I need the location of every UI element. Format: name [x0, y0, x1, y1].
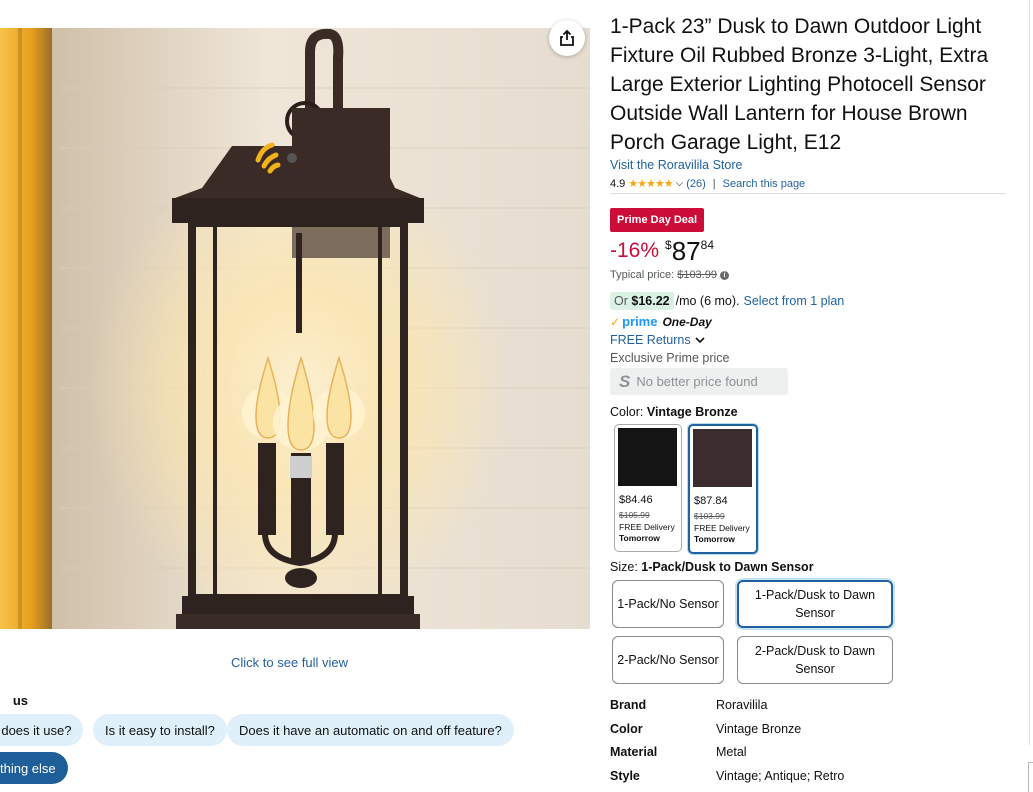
question-chip-os[interactable]: os does it use?: [0, 714, 84, 746]
rating-row: 4.9 ★★★★★ ⌵ (26) | Search this page: [610, 177, 806, 191]
price-tracker-icon: S: [619, 371, 631, 391]
prime-check-icon: ✓: [610, 314, 621, 329]
buybox-border: [1029, 0, 1030, 745]
monthly-payment: Or $16.22 /mo (6 mo). Select from 1 plan: [610, 292, 844, 310]
currency-symbol: $: [665, 238, 672, 252]
share-button[interactable]: [549, 20, 585, 56]
search-this-page-link[interactable]: Search this page: [723, 178, 806, 190]
exclusive-prime-price: Exclusive Prime price: [610, 351, 730, 365]
free-returns-link[interactable]: FREE Returns: [610, 333, 705, 347]
swatch-was-price: $105.99: [619, 510, 650, 520]
spec-key-color: Color: [610, 722, 643, 736]
monthly-pill: Or $16.22: [610, 292, 674, 310]
review-count-link[interactable]: (26): [686, 178, 706, 190]
size-option-2pack-sensor[interactable]: 2-Pack/Dusk to Dawn Sensor: [737, 636, 893, 684]
swatch-delivery-day: Tomorrow: [619, 533, 660, 543]
size-selected: 1-Pack/Dusk to Dawn Sensor: [641, 560, 814, 574]
swatch-delivery-day: Tomorrow: [694, 534, 735, 544]
size-label: Size: 1-Pack/Dusk to Dawn Sensor: [610, 560, 814, 574]
prime-delivery: ✓ prime One-Day: [610, 314, 712, 329]
product-main-image[interactable]: [0, 28, 590, 629]
price-fraction: 84: [700, 238, 714, 252]
swatch-was-price: $103.99: [694, 511, 725, 521]
price-block: -16% $ 87 84: [610, 237, 714, 265]
size-option-2pack-no-sensor[interactable]: 2-Pack/No Sensor: [612, 636, 724, 684]
spec-value-brand: Roravilila: [716, 698, 768, 712]
swatch-delivery: FREE Delivery: [694, 523, 750, 533]
monthly-or: Or: [614, 294, 628, 308]
color-selected: Vintage Bronze: [646, 405, 738, 419]
questions-heading: us: [12, 693, 28, 708]
color-swatch-vintage-bronze[interactable]: $87.84 $103.99 FREE Delivery Tomorrow: [688, 424, 758, 554]
free-returns-label: FREE Returns: [610, 333, 691, 347]
prime-logo: prime: [622, 314, 658, 329]
share-icon: [560, 29, 574, 46]
divider: [610, 193, 1006, 194]
swatch-price: $84.46: [619, 494, 653, 506]
rating-value: 4.9: [610, 177, 626, 190]
color-swatch-black[interactable]: $84.46 $105.99 FREE Delivery Tomorrow: [614, 424, 682, 552]
swatch-image: [693, 429, 752, 487]
buybox-border: [1028, 762, 1033, 792]
no-better-price-text: No better price found: [636, 374, 758, 389]
deal-badge: Prime Day Deal: [610, 208, 705, 232]
color-label-text: Color:: [610, 405, 644, 419]
chevron-down-icon[interactable]: ⌵: [676, 178, 684, 189]
star-rating-icon[interactable]: ★★★★★: [628, 177, 673, 190]
divider: |: [712, 177, 716, 190]
swatch-image: [618, 428, 677, 486]
chevron-down-icon: [695, 337, 705, 344]
select-plan-link[interactable]: Select from 1 plan: [744, 294, 845, 308]
typical-price-label: Typical price:: [610, 269, 675, 281]
product-title: 1-Pack 23” Dusk to Dawn Outdoor Light Fi…: [610, 15, 989, 154]
swatch-delivery: FREE Delivery: [619, 522, 675, 532]
spec-key-brand: Brand: [610, 698, 647, 712]
discount-percent: -16%: [610, 239, 660, 262]
prime-one-day: One-Day: [662, 314, 712, 329]
spec-value-material: Metal: [716, 745, 747, 759]
typical-price: Typical price: $103.99 i: [610, 269, 729, 281]
size-option-1pack-no-sensor[interactable]: 1-Pack/No Sensor: [612, 580, 724, 628]
size-label-text: Size:: [610, 560, 638, 574]
question-chip-install[interactable]: Is it easy to install?: [93, 714, 227, 746]
monthly-term: /mo (6 mo).: [675, 294, 740, 308]
full-view-link[interactable]: Click to see full view: [231, 655, 348, 670]
spec-key-material: Material: [610, 745, 658, 759]
no-better-price-badge: S No better price found: [610, 368, 788, 395]
spec-key-style: Style: [610, 769, 640, 783]
question-chip-auto[interactable]: Does it have an automatic on and off fea…: [227, 714, 514, 746]
monthly-amount: $16.22: [631, 294, 670, 308]
info-icon[interactable]: i: [719, 270, 729, 280]
typical-price-value: $103.99: [677, 269, 717, 281]
store-link[interactable]: Visit the Roravilila Store: [610, 158, 742, 172]
size-option-1pack-sensor[interactable]: 1-Pack/Dusk to Dawn Sensor: [737, 580, 893, 628]
spec-value-style: Vintage; Antique; Retro: [716, 769, 845, 783]
swatch-price: $87.84: [694, 495, 728, 507]
ask-something-else-button[interactable]: thing else: [0, 752, 68, 784]
price-whole: 87: [671, 236, 701, 266]
spec-value-color: Vintage Bronze: [716, 722, 802, 736]
color-label: Color: Vintage Bronze: [610, 405, 738, 419]
